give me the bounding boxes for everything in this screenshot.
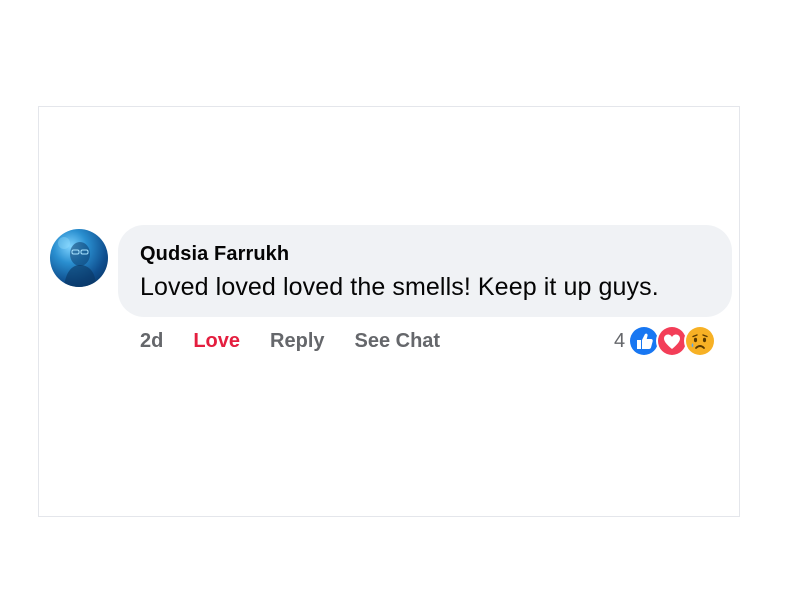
love-button[interactable]: Love bbox=[193, 330, 240, 353]
reaction-count: 4 bbox=[614, 329, 626, 352]
avatar-photo bbox=[58, 237, 96, 287]
comment-bubble: Qudsia Farrukh Loved loved loved the sme… bbox=[118, 225, 732, 317]
reply-button[interactable]: Reply bbox=[270, 330, 324, 353]
sad-icon bbox=[683, 324, 717, 358]
see-chat-button[interactable]: See Chat bbox=[355, 330, 441, 353]
avatar[interactable] bbox=[50, 229, 108, 287]
comment-timestamp[interactable]: 2d bbox=[140, 330, 163, 353]
comment-actions: 2d Love Reply See Chat bbox=[140, 326, 470, 356]
comment-text: Loved loved loved the smells! Keep it up… bbox=[140, 273, 659, 301]
reaction-summary[interactable]: 4 bbox=[614, 323, 717, 359]
comment-author[interactable]: Qudsia Farrukh bbox=[140, 242, 732, 266]
